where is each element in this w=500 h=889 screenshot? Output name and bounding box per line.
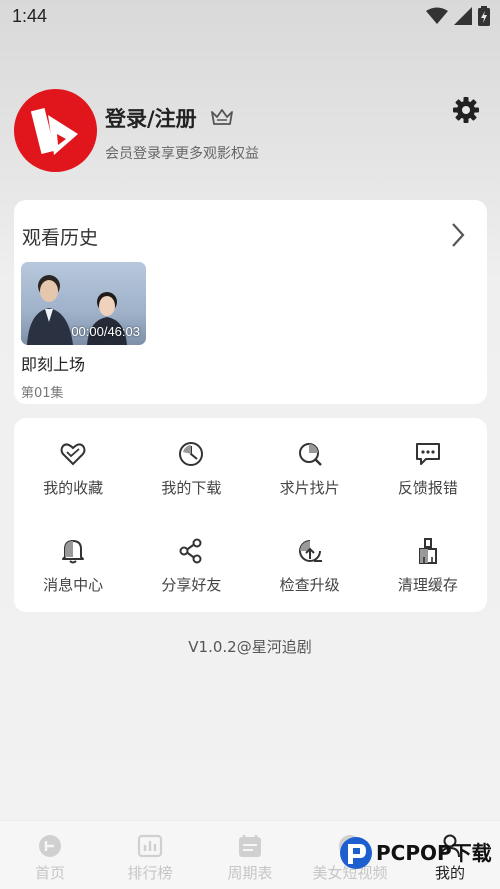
nav-home[interactable]: 首页 (0, 821, 100, 889)
nav-schedule-label: 周期表 (227, 864, 273, 882)
history-title: 观看历史 (22, 227, 99, 249)
signal-icon (454, 7, 472, 25)
wifi-icon (426, 7, 448, 24)
feedback-icon (415, 442, 440, 465)
favorites-button[interactable]: 我的收藏 (14, 418, 132, 515)
clear-cache-label: 清理缓存 (397, 575, 458, 594)
login-register-link[interactable]: 登录/注册 (105, 103, 197, 133)
check-update-label: 检查升级 (279, 575, 340, 594)
feedback-label: 反馈报错 (397, 478, 458, 497)
nav-home-label: 首页 (34, 864, 65, 882)
video-thumbnail: 00:00/46:03 (21, 262, 146, 345)
home-icon (39, 835, 61, 857)
clear-cache-button[interactable]: 清理缓存 (369, 515, 487, 612)
nav-schedule[interactable]: 周期表 (200, 821, 300, 889)
history-item-title: 即刻上场 (21, 355, 86, 374)
play-logo-icon (30, 107, 78, 155)
messages-label: 消息中心 (43, 575, 104, 594)
broom-icon (418, 537, 437, 564)
battery-icon (478, 6, 490, 26)
app-version: V1.0.2@星河追剧 (188, 638, 312, 656)
settings-gear-icon[interactable] (452, 96, 480, 124)
bell-icon (62, 539, 85, 563)
status-bar: 1:44 (0, 0, 500, 34)
nav-ranking[interactable]: 排行榜 (100, 821, 200, 889)
downloads-button[interactable]: 我的下载 (132, 418, 250, 515)
upgrade-icon (298, 539, 322, 562)
features-grid: 我的收藏 我的下载 求片找片 反馈报错 消息中心 分享好友 检查升级 清理缓存 (14, 418, 487, 612)
share-label: 分享好友 (161, 575, 222, 594)
login-subtitle: 会员登录享更多观影权益 (105, 146, 259, 162)
crown-icon (211, 109, 233, 125)
watermark-logo: PCPOP下载 (338, 832, 498, 874)
status-time: 1:44 (12, 6, 48, 26)
check-update-button[interactable]: 检查升级 (251, 515, 369, 612)
favorites-label: 我的收藏 (43, 478, 104, 497)
ranking-icon (137, 834, 163, 858)
share-button[interactable]: 分享好友 (132, 515, 250, 612)
request-film-button[interactable]: 求片找片 (251, 418, 369, 515)
status-icons (426, 6, 490, 26)
share-icon (179, 538, 202, 563)
download-icon (179, 441, 204, 466)
request-film-label: 求片找片 (279, 478, 340, 497)
calendar-icon (239, 835, 261, 857)
feedback-button[interactable]: 反馈报错 (369, 418, 487, 515)
play-progress: 00:00/46:03 (71, 324, 140, 339)
chevron-right-icon[interactable] (450, 222, 466, 248)
search-film-icon (298, 442, 322, 466)
svg-text:PCPOP下载: PCPOP下载 (376, 841, 492, 865)
nav-ranking-label: 排行榜 (127, 864, 173, 882)
history-item[interactable]: 00:00/46:03 即刻上场 第01集 (21, 262, 146, 401)
heart-icon (60, 442, 86, 465)
messages-button[interactable]: 消息中心 (14, 515, 132, 612)
watch-history-card: 观看历史 00:00/46:03 即刻上场 第01集 (14, 200, 487, 404)
downloads-label: 我的下载 (161, 478, 222, 497)
history-item-episode: 第01集 (21, 386, 64, 401)
app-logo-avatar[interactable] (14, 89, 97, 172)
